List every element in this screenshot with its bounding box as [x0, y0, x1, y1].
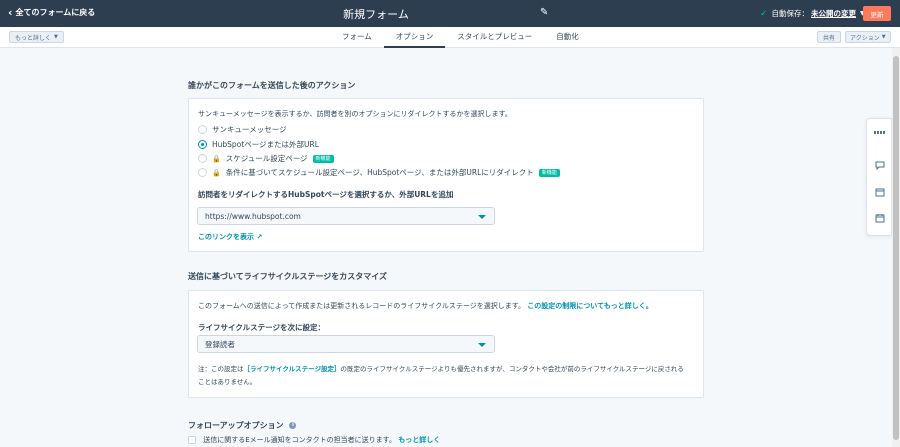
autosave-status[interactable]: ✓ 自動保存： 未公開の変更 ▼: [760, 8, 865, 19]
redirect-section-heading: 誰かがこのフォームを送信した後のアクション: [188, 81, 356, 90]
followup-heading-text: フォローアップオプション: [188, 421, 284, 430]
actions-label: アクション: [850, 34, 880, 42]
pencil-icon[interactable]: ✎: [540, 7, 548, 18]
lock-icon: 🔒: [212, 168, 221, 177]
option-thank-you[interactable]: サンキューメッセージ: [198, 124, 287, 135]
option-label: HubSpotページまたは外部URL: [212, 140, 319, 149]
lifecycle-stage-label: ライフサイクルステージを次に設定：: [198, 323, 325, 332]
side-toolbar: [866, 118, 892, 236]
caret-down-icon: ▼: [54, 34, 58, 40]
external-link-icon: ↗: [256, 233, 263, 241]
top-header: ‹ 全てのフォームに戻る 新規フォーム ✎ ✓ 自動保存： 未公開の変更 ▼ 更…: [0, 0, 900, 27]
lifecycle-description-text: このフォームへの送信によって作成または更新されるレコードのライフサイクルステージ…: [198, 302, 526, 310]
lifecycle-stage-select[interactable]: 登録読者: [197, 335, 495, 353]
show-link-label: このリンクを表示: [198, 233, 254, 241]
new-badge: 新機能: [538, 168, 560, 177]
form-title[interactable]: 新規フォーム: [0, 6, 752, 22]
dropdown-triangle-icon: [478, 215, 486, 219]
tab-style-preview[interactable]: スタイルとプレビュー: [445, 27, 544, 48]
followup-checkbox-label: 送信に関するEメール通知をコンタクトの担当者に送ります。: [203, 436, 396, 444]
note-text-end: ことはありません。: [198, 378, 257, 386]
radio-button[interactable]: [198, 125, 207, 134]
option-conditional-redirect[interactable]: 🔒 条件に基づいてスケジュール設定ページ、HubSpotページ、または外部URL…: [198, 167, 560, 178]
tab-form[interactable]: フォーム: [330, 27, 384, 48]
lock-icon: 🔒: [212, 154, 221, 163]
info-icon[interactable]: i: [289, 422, 297, 429]
tab-options[interactable]: オプション: [383, 27, 446, 48]
option-label: サンキューメッセージ: [212, 125, 287, 134]
check-icon: ✓: [760, 8, 768, 19]
radio-button[interactable]: [198, 168, 207, 177]
calendar-icon[interactable]: [874, 213, 886, 223]
redirect-url-select[interactable]: https://www.hubspot.com: [197, 207, 495, 225]
scrollbar-thumb[interactable]: [893, 56, 899, 440]
option-label: 条件に基づいてスケジュール設定ページ、HubSpotページ、または外部URLにリ…: [225, 168, 534, 177]
option-scheduling-page[interactable]: 🔒 スケジュール設定ページ 新機能: [198, 153, 334, 164]
lifecycle-settings-link[interactable]: ［ライフサイクルステージ設定］: [244, 365, 341, 373]
note-text: の既定のライフサイクルステージよりも優先されますが、コンタクトや会社が前のライフ…: [340, 365, 684, 373]
lifecycle-description: このフォームへの送信によって作成または更新されるレコードのライフサイクルステージ…: [198, 301, 653, 311]
autosave-label: 自動保存：: [771, 9, 810, 18]
window-icon[interactable]: [874, 187, 886, 197]
lifecycle-limit-link[interactable]: この設定の制限についてもっと詳しく。: [527, 302, 652, 310]
lifecycle-section-heading: 送信に基づいてライフサイクルステージをカスタマイズ: [188, 272, 387, 281]
tabs: フォーム オプション スタイルとプレビュー 自動化: [330, 27, 591, 48]
lifecycle-stage-value: 登録読者: [205, 339, 235, 349]
redirect-description: サンキューメッセージを表示するか、訪問者を別のオプションにリダイレクトするかを選…: [198, 110, 512, 118]
checkbox[interactable]: [188, 436, 196, 444]
radio-button-selected[interactable]: [198, 140, 207, 149]
option-hubspot-url[interactable]: HubSpotページまたは外部URL: [198, 139, 319, 150]
new-badge: 新機能: [312, 154, 334, 163]
tab-bar: もっと詳しく ▼ フォーム オプション スタイルとプレビュー 自動化 共有 アク…: [0, 27, 900, 48]
followup-section-heading: フォローアップオプション i: [188, 420, 297, 431]
chat-icon[interactable]: [874, 160, 886, 170]
more-info-button[interactable]: もっと詳しく ▼: [9, 31, 64, 43]
grid-icon[interactable]: [874, 128, 886, 138]
followup-learn-more-link[interactable]: もっと詳しく: [398, 436, 440, 444]
dropdown-triangle-icon: [478, 343, 486, 347]
actions-button[interactable]: アクション ▼: [845, 31, 891, 43]
redirect-url-value: https://www.hubspot.com: [205, 211, 301, 221]
more-info-label: もっと詳しく: [15, 34, 52, 42]
lifecycle-note: 注：この設定は［ライフサイクルステージ設定］の既定のライフサイクルステージよりも…: [198, 363, 698, 389]
redirect-url-label: 訪問者をリダイレクトするHubSpotページを選択するか、外部URLを追加: [198, 190, 454, 199]
tab-automation[interactable]: 自動化: [544, 27, 591, 48]
note-prefix: 注：この設定は: [198, 365, 244, 373]
radio-button[interactable]: [198, 154, 207, 163]
option-label: スケジュール設定ページ: [225, 154, 308, 163]
update-button[interactable]: 更新: [863, 6, 891, 21]
share-button[interactable]: 共有: [817, 31, 842, 43]
show-link-link[interactable]: このリンクを表示 ↗: [198, 232, 262, 242]
caret-down-icon: ▼: [881, 34, 886, 40]
unpublished-changes-link[interactable]: 未公開の変更: [811, 8, 856, 19]
followup-checkbox-row[interactable]: 送信に関するEメール通知をコンタクトの担当者に送ります。 もっと詳しく: [188, 435, 440, 445]
